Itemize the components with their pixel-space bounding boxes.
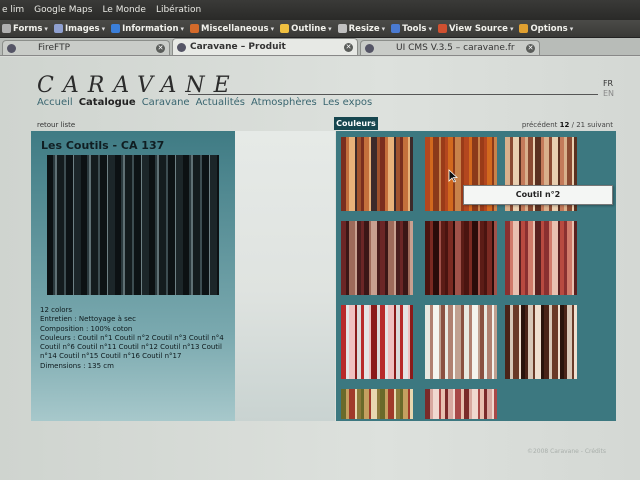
- browser-tabbar: FireFTP ✕ Caravane – Produit ✕ UI CMS V.3.5 …: [0, 38, 640, 56]
- dropdown-arrow-icon: ▾: [101, 24, 106, 33]
- color-swatch[interactable]: [505, 305, 577, 379]
- tab-title: UI CMS V.3.5 – caravane.fr: [396, 43, 515, 53]
- tools-icon: [391, 24, 401, 33]
- close-tab-icon[interactable]: ✕: [344, 42, 353, 52]
- color-swatch[interactable]: [425, 221, 497, 295]
- web-developer-toolbar: Forms ▾ Images ▾ Information ▾ Miscellaneous ▾ O…: [0, 20, 640, 38]
- toolbar-label: Forms: [13, 23, 43, 34]
- color-swatch[interactable]: [341, 137, 413, 211]
- toolbar-label: Information: [122, 23, 179, 34]
- color-swatch[interactable]: [341, 305, 413, 379]
- favicon-icon: [365, 43, 374, 53]
- product-panel: Les Coutils - CA 137 12 colors Entretien …: [31, 131, 235, 421]
- lang-fr-link[interactable]: FR: [603, 79, 614, 89]
- toolbar-menu-options[interactable]: Options ▾: [519, 24, 573, 34]
- color-swatch[interactable]: [505, 221, 577, 295]
- bookmark-item[interactable]: e lim: [2, 5, 24, 15]
- bookmark-item[interactable]: Libération: [156, 5, 201, 15]
- toolbar-menu-tools[interactable]: Tools ▾: [391, 24, 432, 34]
- footer-credits: ©2008 Caravane - Crédits: [526, 448, 606, 455]
- favicon-icon: [7, 43, 16, 53]
- color-swatch[interactable]: [341, 389, 413, 419]
- nav-item-actualits[interactable]: Actualités: [196, 97, 245, 108]
- close-tab-icon[interactable]: ✕: [526, 43, 535, 53]
- main-nav: Accueil Catalogue Caravane Actualités Atmosp…: [37, 97, 372, 108]
- browser-menubar: e lim Google Maps Le Monde Libération: [0, 0, 640, 20]
- header-divider: [188, 94, 598, 95]
- nav-item-catalogue[interactable]: Catalogue: [79, 97, 136, 108]
- page-content: CARAVANE FR EN Accueil Catalogue Caravane A…: [0, 57, 640, 480]
- favicon-icon: [177, 42, 186, 52]
- description-line: n°14 Coutil n°15 Coutil n°16 Coutil n°17: [40, 352, 182, 361]
- color-swatch[interactable]: [425, 389, 497, 419]
- info-icon: [111, 24, 121, 33]
- lang-en-link[interactable]: EN: [603, 89, 614, 99]
- pager-current: 12: [559, 121, 570, 129]
- description-line: Couleurs : Coutil n°1 Coutil n°2 Coutil …: [40, 333, 224, 342]
- nav-item-accueil[interactable]: Accueil: [37, 97, 73, 108]
- toolbar-menu-forms[interactable]: Forms ▾: [2, 24, 48, 34]
- toolbar-label: Images: [64, 23, 100, 34]
- pager-total: 21: [576, 121, 586, 129]
- images-icon: [53, 24, 63, 33]
- back-to-list-link[interactable]: retour liste: [37, 121, 75, 129]
- toolbar-menu-miscellaneous[interactable]: Miscellaneous ▾: [190, 24, 274, 34]
- dropdown-arrow-icon: ▾: [270, 24, 275, 33]
- description-line: Entretien : Nettoyage à sec: [40, 315, 136, 324]
- view-source-icon: [438, 24, 447, 33]
- toolbar-label: Outline: [291, 23, 327, 34]
- tab-title: FireFTP: [38, 43, 71, 53]
- nav-item-lesexpos[interactable]: Les expos: [323, 97, 373, 108]
- dropdown-arrow-icon: ▾: [44, 24, 48, 33]
- tab-couleurs[interactable]: Couleurs: [334, 117, 378, 130]
- color-swatch[interactable]: [341, 221, 413, 295]
- next-link[interactable]: suivant: [587, 121, 613, 129]
- dropdown-arrow-icon: ▾: [180, 24, 185, 33]
- toolbar-menu-information[interactable]: Information ▾: [111, 24, 184, 34]
- tab-title: Caravane – Produit: [190, 42, 286, 52]
- bookmark-item[interactable]: Le Monde: [102, 5, 145, 15]
- description-line: 12 colors: [40, 306, 73, 314]
- product-image: [47, 155, 219, 295]
- forms-icon: [2, 24, 11, 33]
- swatch-tooltip: Coutil n°2: [463, 185, 613, 205]
- browser-tab[interactable]: FireFTP ✕: [2, 40, 170, 55]
- description-line: Coutil n°6 Coutil n°11 Coutil n°12 Couti…: [40, 343, 222, 352]
- toolbar-label: View Source: [449, 23, 508, 34]
- prev-link[interactable]: précédent: [522, 121, 558, 129]
- resize-icon: [337, 24, 347, 33]
- dropdown-arrow-icon: ▾: [428, 24, 432, 33]
- description-line: Dimensions : 135 cm: [40, 361, 114, 370]
- toolbar-menu-resize[interactable]: Resize ▾: [337, 23, 386, 34]
- close-tab-icon[interactable]: ✕: [156, 43, 165, 53]
- dropdown-arrow-icon: ▾: [328, 24, 332, 33]
- dropdown-arrow-icon: ▾: [381, 24, 386, 33]
- nav-item-atmosphres[interactable]: Atmosphères: [251, 97, 317, 108]
- browser-tab[interactable]: Caravane – Produit ✕: [172, 38, 358, 55]
- toolbar-menu-outline[interactable]: Outline ▾: [280, 24, 332, 34]
- product-description: 12 colors Entretien : Nettoyage à sec Comp…: [40, 306, 235, 371]
- product-title: Les Coutils - CA 137: [41, 139, 165, 152]
- browser-tab[interactable]: UI CMS V.3.5 – caravane.fr ✕: [360, 40, 540, 55]
- pager: précédent 12 / 21 suivant: [522, 121, 613, 129]
- background-area: [235, 131, 335, 421]
- description-line: Composition : 100% coton: [40, 324, 133, 333]
- mouse-cursor-icon: [448, 169, 458, 183]
- toolbar-label: Miscellaneous: [201, 23, 269, 34]
- toolbar-menu-view-source[interactable]: View Source ▾: [438, 24, 513, 34]
- toolbar-label: Options: [530, 23, 568, 34]
- options-icon: [519, 24, 529, 33]
- color-swatches-panel: [336, 131, 616, 421]
- nav-item-caravane[interactable]: Caravane: [142, 97, 190, 108]
- color-swatch[interactable]: [425, 305, 497, 379]
- toolbar-label: Tools: [402, 23, 427, 34]
- dropdown-arrow-icon: ▾: [509, 24, 514, 33]
- dropdown-arrow-icon: ▾: [569, 24, 574, 33]
- outline-icon: [280, 24, 290, 33]
- language-switcher: FR EN: [603, 79, 614, 99]
- bookmark-item[interactable]: Google Maps: [34, 5, 92, 15]
- misc-icon: [190, 24, 200, 33]
- toolbar-menu-images[interactable]: Images ▾: [53, 23, 106, 34]
- toolbar-label: Resize: [348, 23, 380, 34]
